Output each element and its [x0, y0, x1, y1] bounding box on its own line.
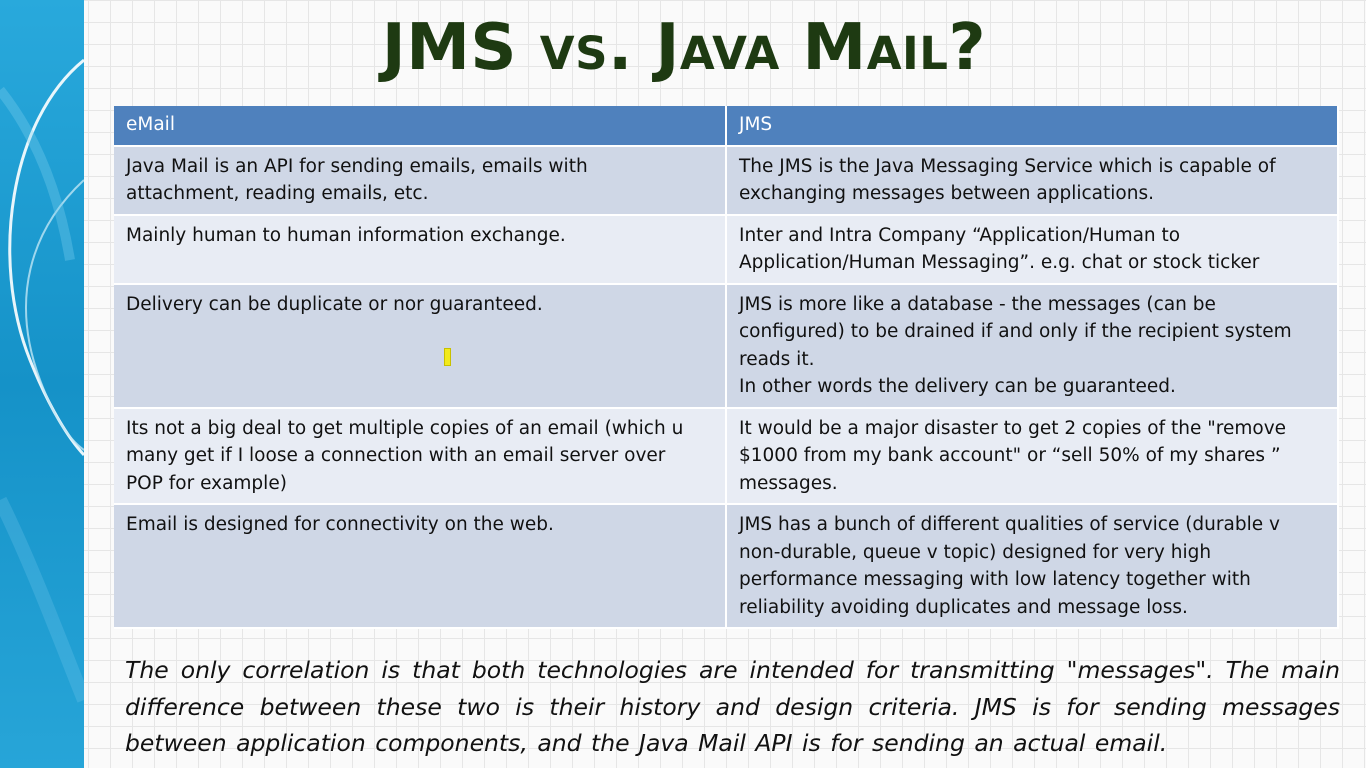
jms-cell-text: Inter and Intra Company “Application/Hum…: [739, 224, 1260, 274]
decorative-side-band: [0, 0, 84, 768]
slide-title: JMS vs. Java Mail?: [381, 11, 987, 85]
email-cell-text: Delivery can be duplicate or nor guarant…: [126, 293, 543, 315]
summary-text: The only correlation is that both techno…: [125, 656, 1340, 757]
email-cell: Email is designed for connectivity on th…: [114, 504, 727, 629]
comparison-table: eMail JMS Java Mail is an API for sendin…: [114, 106, 1339, 629]
email-cell: Its not a big deal to get multiple copie…: [114, 407, 727, 505]
email-cell-text: Its not a big deal to get multiple copie…: [126, 417, 684, 494]
email-cell: Delivery can be duplicate or nor guarant…: [114, 283, 727, 409]
jms-cell-text: JMS is more like a database - the messag…: [739, 293, 1292, 398]
jms-cell-text: JMS has a bunch of different qualities o…: [739, 514, 1280, 618]
jms-cell: JMS is more like a database - the messag…: [726, 283, 1339, 409]
email-cell: Mainly human to human information exchan…: [114, 214, 727, 285]
jms-cell-text: It would be a major disaster to get 2 co…: [739, 417, 1287, 494]
jms-cell: Inter and Intra Company “Application/Hum…: [726, 214, 1339, 285]
table-header-row: eMail JMS: [114, 106, 1339, 147]
email-cell-text: Java Mail is an API for sending emails, …: [126, 155, 588, 205]
email-cell-text: Mainly human to human information exchan…: [126, 224, 566, 246]
text-cursor-highlight: [444, 348, 451, 366]
column-header-email: eMail: [114, 106, 727, 147]
column-header-jms: JMS: [726, 106, 1339, 147]
email-cell: Java Mail is an API for sending emails, …: [114, 145, 727, 216]
jms-cell: JMS has a bunch of different qualities o…: [726, 504, 1339, 629]
table-row: Java Mail is an API for sending emails, …: [114, 145, 1339, 216]
table-row: Email is designed for connectivity on th…: [114, 504, 1339, 629]
jms-cell: The JMS is the Java Messaging Service wh…: [726, 145, 1339, 216]
jms-cell-text: The JMS is the Java Messaging Service wh…: [739, 155, 1276, 205]
jms-cell: It would be a major disaster to get 2 co…: [726, 407, 1339, 505]
table-row: Its not a big deal to get multiple copie…: [114, 407, 1339, 505]
email-cell-text: Email is designed for connectivity on th…: [126, 514, 554, 535]
table-row: Mainly human to human information exchan…: [114, 214, 1339, 285]
table-row: Delivery can be duplicate or nor guarant…: [114, 283, 1339, 409]
